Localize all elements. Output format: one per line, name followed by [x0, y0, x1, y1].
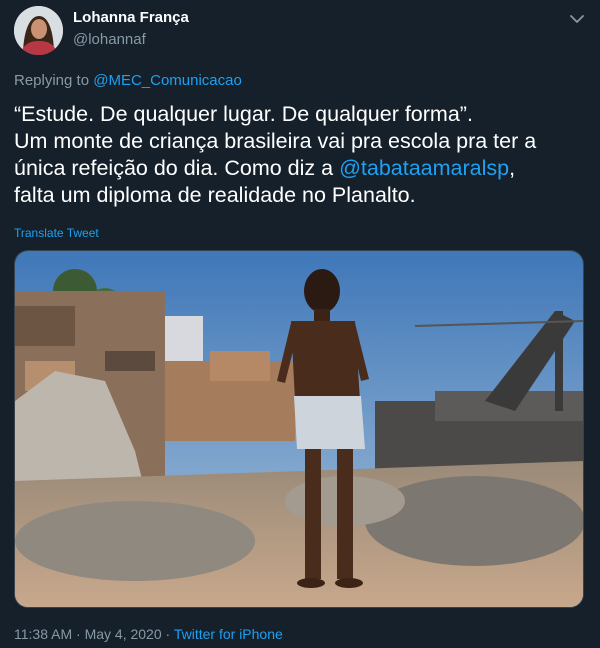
- author-avatar[interactable]: [14, 6, 63, 55]
- tweet-source-link[interactable]: Twitter for iPhone: [174, 626, 283, 642]
- tweet-text-line: Um monte de criança brasileira vai pra e…: [14, 129, 537, 153]
- chevron-down-icon: [570, 14, 584, 23]
- tweet-text-line: “Estude. De qualquer lugar. De qualquer …: [14, 102, 473, 126]
- author-handle[interactable]: @lohannaf: [73, 31, 146, 48]
- mention-link[interactable]: @tabataamaralsp: [339, 156, 509, 180]
- avatar-image: [14, 6, 63, 55]
- photo-image: [15, 251, 583, 607]
- tweet-text-segment: ,: [509, 156, 516, 180]
- tweet-text: “Estude. De qualquer lugar. De qualquer …: [14, 101, 588, 209]
- tweet-date[interactable]: May 4, 2020: [85, 626, 162, 642]
- more-options-button[interactable]: [566, 8, 588, 30]
- tweet-time[interactable]: 11:38 AM: [14, 626, 72, 642]
- meta-separator: ·: [161, 626, 174, 642]
- tweet-text-line: única refeição do dia. Como diz a @tabat…: [14, 155, 588, 182]
- replying-to-label: Replying to: [14, 72, 94, 89]
- tweet-text-line: falta um diploma de realidade no Planalt…: [14, 183, 416, 207]
- tweet-meta: 11:38 AM · May 4, 2020 · Twitter for iPh…: [14, 626, 283, 642]
- tweet-text-segment: única refeição do dia. Como diz a: [14, 156, 340, 180]
- meta-separator: ·: [72, 626, 85, 642]
- tweet-photo[interactable]: [14, 250, 584, 608]
- replying-to: Replying to @MEC_Comunicacao: [14, 72, 242, 89]
- author-name[interactable]: Lohanna França: [73, 9, 189, 26]
- translate-tweet-link[interactable]: Translate Tweet: [14, 226, 99, 240]
- replying-to-handle-link[interactable]: @MEC_Comunicacao: [93, 72, 242, 89]
